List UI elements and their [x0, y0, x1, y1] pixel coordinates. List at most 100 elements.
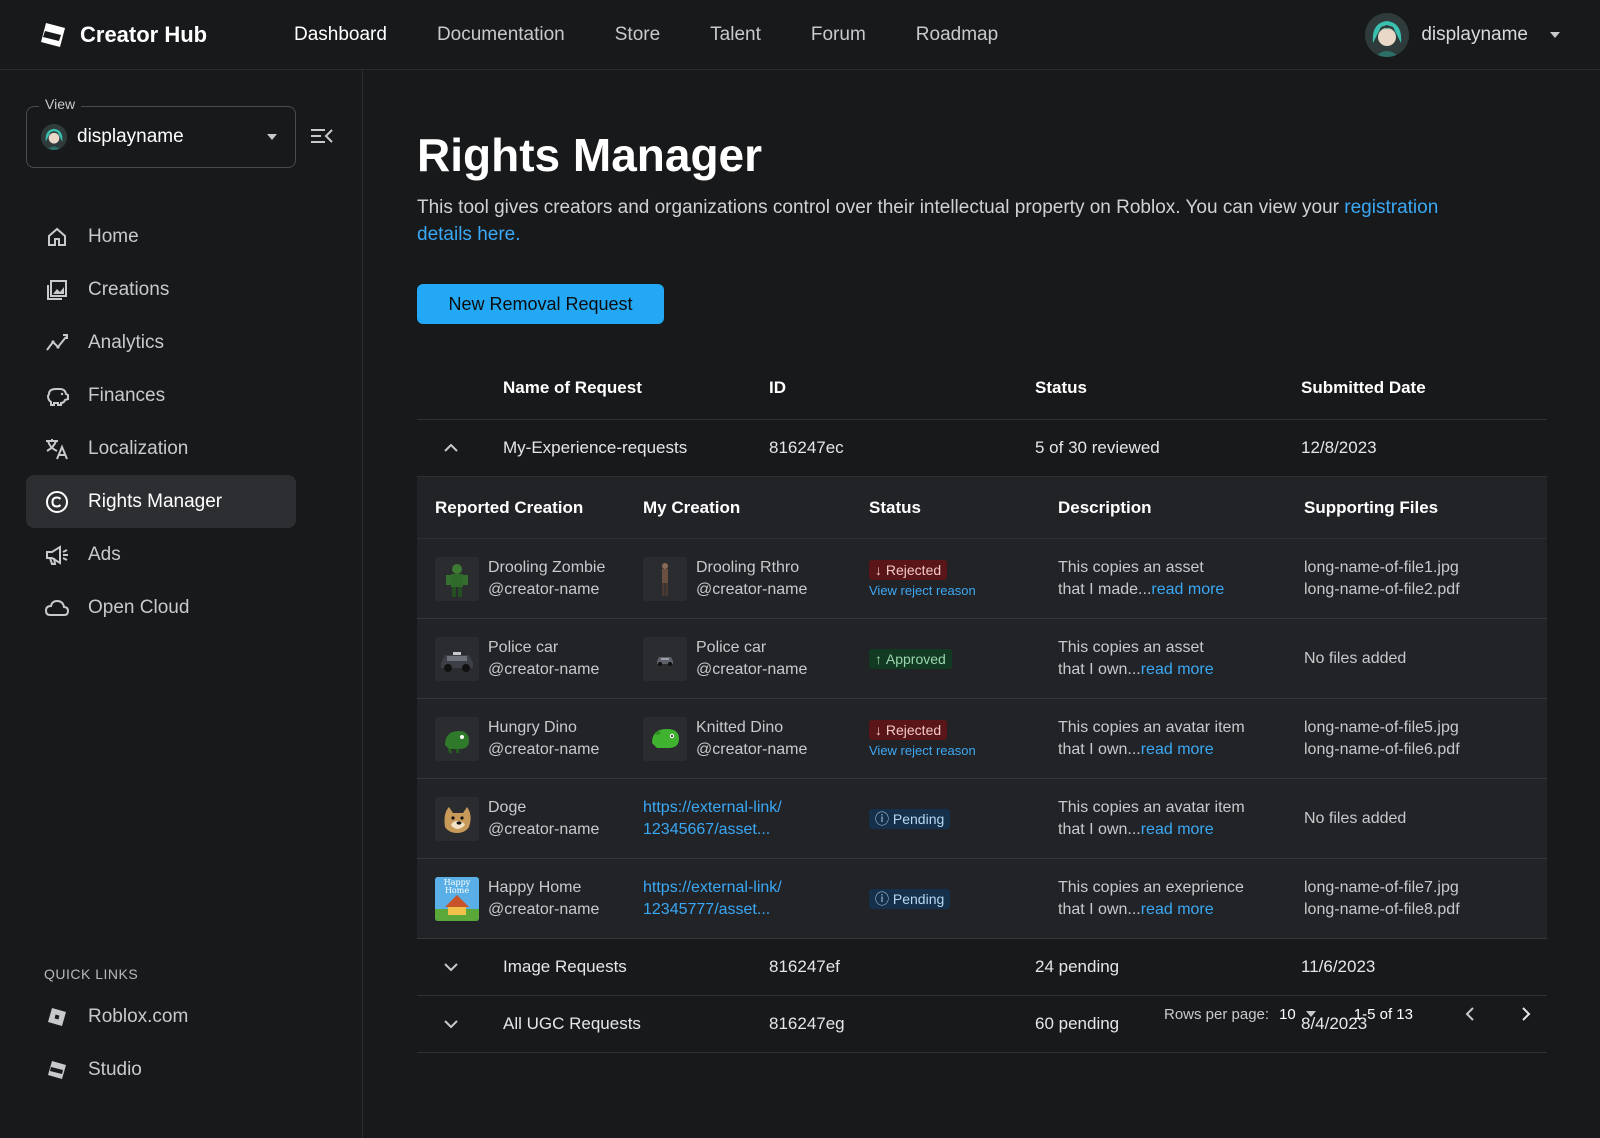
request-details-table: Reported Creation My Creation Status Des…: [417, 477, 1547, 939]
avatar: [41, 124, 67, 150]
view-value: displayname: [77, 126, 184, 147]
nav-store[interactable]: Store: [615, 24, 660, 46]
request-name: My-Experience-requests: [503, 438, 688, 457]
sidebar-item-label: Rights Manager: [88, 490, 223, 512]
avatar: [1365, 13, 1410, 57]
police-car-thumbnail: [643, 636, 687, 681]
no-files-text: No files added: [1304, 809, 1407, 827]
view-reject-reason-link[interactable]: View reject reason: [869, 583, 1058, 598]
external-link[interactable]: https://external-link/ 12345777/asset...: [643, 877, 782, 921]
analytics-icon: [44, 330, 70, 356]
view-reject-reason-link[interactable]: View reject reason: [869, 743, 1058, 758]
description-line: This copies an avatar item: [1058, 718, 1245, 736]
description-line: This copies an asset: [1058, 638, 1204, 656]
nav-dashboard[interactable]: Dashboard: [294, 24, 387, 46]
view-select[interactable]: View displayname: [26, 96, 296, 168]
column-header[interactable]: Submitted Date: [1301, 378, 1547, 398]
new-removal-request-button[interactable]: New Removal Request: [417, 284, 664, 324]
reported-creator: @creator-name: [488, 660, 600, 678]
column-header: My Creation: [643, 497, 741, 517]
supporting-file[interactable]: long-name-of-file1.jpg: [1304, 557, 1547, 579]
description-line: that I made...: [1058, 580, 1152, 598]
sidebar-item-home[interactable]: Home: [26, 210, 296, 263]
chevron-down-icon: [1550, 32, 1560, 38]
dino-thumbnail: [643, 716, 687, 761]
external-link[interactable]: https://external-link/ 12345667/asset...: [643, 797, 782, 841]
subtable-header: Reported Creation My Creation Status Des…: [417, 477, 1547, 539]
table-row[interactable]: Image Requests 816247ef 24 pending 11/6/…: [417, 939, 1547, 996]
sidebar-item-analytics[interactable]: Analytics: [26, 316, 296, 369]
column-header[interactable]: Name of Request: [503, 378, 769, 398]
supporting-file[interactable]: long-name-of-file7.jpg: [1304, 877, 1547, 899]
description-line: that I own...: [1058, 900, 1141, 918]
nav-roadmap[interactable]: Roadmap: [916, 24, 998, 46]
read-more-link[interactable]: read more: [1141, 741, 1214, 758]
brand[interactable]: Creator Hub: [40, 22, 258, 48]
quick-links-title: QUICK LINKS: [44, 966, 139, 982]
happy-home-thumbnail: Happy Home: [435, 876, 479, 921]
request-status: 24 pending: [1035, 957, 1120, 976]
read-more-link[interactable]: read more: [1141, 901, 1214, 918]
chevron-up-icon[interactable]: [417, 443, 503, 453]
sidebar-item-label: Localization: [88, 437, 189, 459]
sidebar-item-rights-manager[interactable]: Rights Manager: [26, 475, 296, 528]
column-header: Description: [1058, 497, 1152, 517]
sidebar-item-label: Analytics: [88, 331, 165, 353]
column-header[interactable]: ID: [769, 378, 1035, 398]
sidebar-item-localization[interactable]: Localization: [26, 422, 296, 475]
supporting-file[interactable]: long-name-of-file8.pdf: [1304, 899, 1547, 921]
reported-creator: @creator-name: [488, 900, 600, 918]
reported-creator: @creator-name: [488, 740, 600, 758]
request-name: All UGC Requests: [503, 1014, 641, 1033]
nav-talent[interactable]: Talent: [710, 24, 761, 46]
detail-row: Hungry Dino @creator-name Knitted Dino @…: [417, 699, 1547, 779]
pagination: Rows per page: 10 1-5 of 13: [1164, 998, 1537, 1030]
read-more-link[interactable]: read more: [1141, 821, 1214, 838]
top-nav: Dashboard Documentation Store Talent For…: [294, 24, 1048, 46]
nav-documentation[interactable]: Documentation: [437, 24, 565, 46]
previous-page-button[interactable]: [1459, 1003, 1481, 1025]
column-header: Reported Creation: [435, 497, 584, 517]
chevron-left-icon: [1465, 1007, 1474, 1021]
chevron-down-icon: [267, 134, 277, 140]
cloud-icon: [44, 595, 70, 621]
sidebar-item-open-cloud[interactable]: Open Cloud: [26, 581, 296, 634]
rows-per-page-select[interactable]: 10: [1279, 1006, 1316, 1023]
read-more-link[interactable]: read more: [1141, 661, 1214, 678]
chevron-down-icon[interactable]: [417, 962, 503, 972]
no-files-text: No files added: [1304, 649, 1407, 667]
collapse-sidebar-icon[interactable]: [310, 126, 334, 146]
read-more-link[interactable]: read more: [1151, 581, 1224, 598]
sidebar-item-ads[interactable]: Ads: [26, 528, 296, 581]
sidebar-item-creations[interactable]: Creations: [26, 263, 296, 316]
reported-creation-name: Happy Home: [488, 878, 582, 896]
quick-link-studio[interactable]: Studio: [26, 1043, 296, 1096]
chevron-down-icon[interactable]: [417, 1019, 503, 1029]
description-line: This copies an exeprience: [1058, 878, 1244, 896]
arrow-down-icon: ↓: [875, 561, 886, 578]
request-status: 5 of 30 reviewed: [1035, 438, 1160, 457]
user-menu[interactable]: displayname: [1365, 12, 1560, 58]
status-badge-rejected: ↓ Rejected: [869, 719, 948, 740]
supporting-file[interactable]: long-name-of-file5.jpg: [1304, 717, 1547, 739]
status-badge-pending: ⓘ Pending: [869, 888, 951, 909]
supporting-file[interactable]: long-name-of-file2.pdf: [1304, 579, 1547, 601]
table-row[interactable]: My-Experience-requests 816247ec 5 of 30 …: [417, 420, 1547, 477]
description-line: that I own...: [1058, 740, 1141, 758]
piggy-bank-icon: [44, 383, 70, 409]
copyright-icon: [44, 489, 70, 515]
chevron-right-icon: [1522, 1007, 1531, 1021]
chevron-down-icon: [1305, 1011, 1316, 1017]
police-car-thumbnail: [435, 636, 479, 681]
dino-thumbnail: [435, 716, 479, 761]
supporting-file[interactable]: long-name-of-file6.pdf: [1304, 739, 1547, 761]
happy-home-thumbnail-text: Happy Home: [443, 877, 471, 895]
column-header[interactable]: Status: [1035, 378, 1301, 398]
sidebar-item-finances[interactable]: Finances: [26, 369, 296, 422]
sidebar-nav: Home Creations Analytics Finances Locali…: [26, 210, 296, 634]
nav-forum[interactable]: Forum: [811, 24, 866, 46]
quick-link-roblox[interactable]: Roblox.com: [26, 990, 296, 1043]
view-label: View: [39, 96, 82, 112]
next-page-button[interactable]: [1515, 1003, 1537, 1025]
column-header: Status: [869, 497, 921, 517]
